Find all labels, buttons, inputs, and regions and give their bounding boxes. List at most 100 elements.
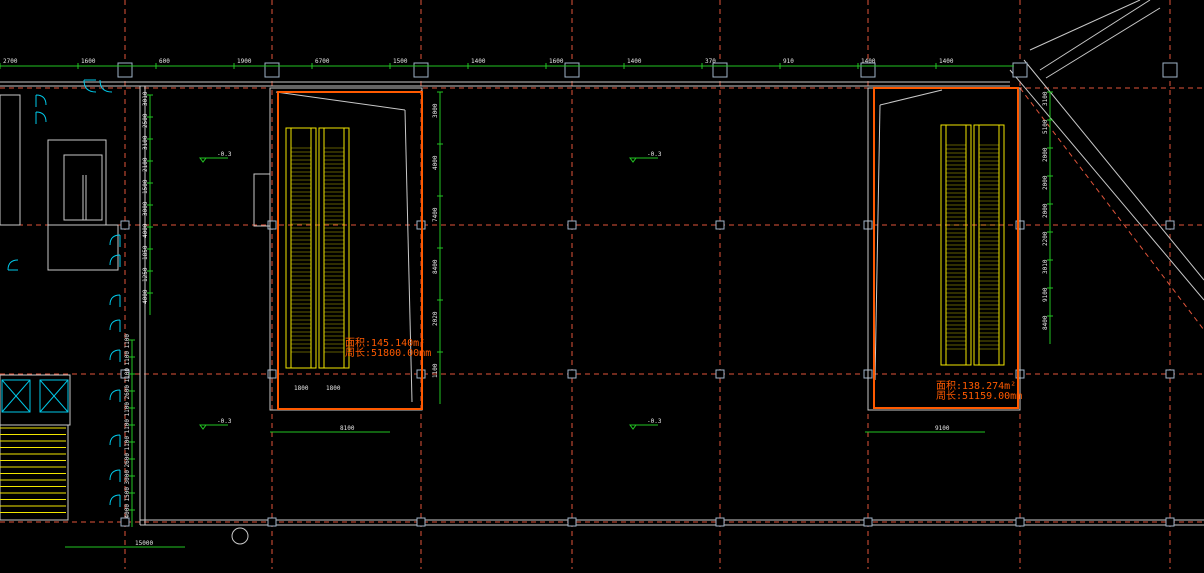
column (267, 220, 277, 230)
column (564, 62, 580, 78)
dimension-label: 1400 (861, 58, 876, 65)
dimension-label: 4000 (142, 289, 149, 304)
dimension-label: 1600 (81, 58, 96, 65)
dimension-label: 2000 (1042, 175, 1049, 190)
escalator-void-right[interactable] (867, 87, 1021, 411)
area-annotation-right: 面积:138.274m² 周长:51159.00mm (936, 380, 1022, 402)
dimension-label: 910 (783, 58, 794, 65)
dimension-label: 2700 (3, 58, 18, 65)
column (712, 62, 728, 78)
dimension-label: 2000 (1042, 203, 1049, 218)
column (567, 517, 577, 527)
column (267, 517, 277, 527)
cad-drawing-canvas[interactable]: 2700 1600 600 1900 6700 1500 1400 1600 1400 370 91… (0, 0, 1204, 569)
dimension-label: 1400 (939, 58, 954, 65)
area-annotation-left: 面积:145.140m² 周长:51800.00mm (345, 337, 431, 359)
dimension-label: 8400 (1042, 315, 1049, 330)
level-value: -0.3 (647, 418, 662, 425)
column (267, 369, 277, 379)
column (1015, 517, 1025, 527)
dimension-label: 1100 (124, 368, 131, 383)
escalator-width-label: 1800 (294, 385, 309, 392)
dimension-label: 3000 (124, 470, 131, 485)
level-symbol (629, 157, 637, 163)
dimension-label: 1900 (237, 58, 252, 65)
dimension-label: 3010 (1042, 259, 1049, 274)
column (120, 220, 130, 230)
dimension-label: 3000 (142, 201, 149, 216)
dimension-label: 1600 (549, 58, 564, 65)
dimension-label: 3100 (142, 135, 149, 150)
dimension-label: 3100 (1042, 91, 1049, 106)
dimension-label: 600 (159, 58, 170, 65)
level-symbol (199, 157, 207, 163)
dimension-label: 8400 (432, 259, 439, 274)
dimension-label: 8100 (340, 425, 355, 432)
dimension-label: 2200 (1042, 231, 1049, 246)
dimension-label: 1850 (142, 245, 149, 260)
dimension-label: 1400 (627, 58, 642, 65)
dimension-label: 4000 (432, 155, 439, 170)
escalator-void-left[interactable] (253, 87, 423, 411)
area-left-line2: 周长:51800.00mm (345, 347, 431, 359)
column (1162, 62, 1178, 78)
level-value: -0.3 (647, 151, 662, 158)
dimension-label: 2600 (124, 385, 131, 400)
column (1165, 369, 1175, 379)
dimension-label: 15000 (135, 540, 153, 547)
dimension-label: 1500 (124, 487, 131, 502)
dimension-label: 2500 (142, 113, 149, 128)
column (1012, 62, 1028, 78)
dimension-label: 7400 (432, 207, 439, 222)
dimension-label: 6700 (315, 58, 330, 65)
dimension-label: 1100 (124, 334, 131, 349)
level-symbol (199, 424, 207, 430)
column (715, 220, 725, 230)
column (117, 62, 133, 78)
dimension-label: 1400 (471, 58, 486, 65)
dimension-label: 1500 (393, 58, 408, 65)
escalator-width-label: 1800 (326, 385, 341, 392)
column (413, 62, 429, 78)
dimension-label: 3010 (142, 91, 149, 106)
column (1165, 220, 1175, 230)
dimension-label: 3000 (432, 103, 439, 118)
dimension-label: 1100 (124, 351, 131, 366)
dimension-label: 4000 (142, 223, 149, 238)
dimension-label: 9100 (935, 425, 950, 432)
dimension-label: 1500 (142, 179, 149, 194)
dimension-label: 4000 (124, 504, 131, 519)
floor-plan-drawing[interactable]: 2700 1600 600 1900 6700 1500 1400 1600 1400 370 91… (0, 0, 1204, 569)
column (860, 62, 876, 78)
dimension-label: 9100 (1042, 287, 1049, 302)
area-right-line2: 周长:51159.00mm (936, 390, 1022, 402)
dimension-label: 2000 (1042, 147, 1049, 162)
level-value: -0.3 (217, 151, 232, 158)
axis-bubble (231, 527, 249, 545)
escalator-right[interactable] (940, 124, 1005, 366)
dimension-label: 1250 (142, 267, 149, 282)
dimension-lines: 2700 1600 600 1900 6700 1500 1400 1600 1400 370 91… (0, 58, 1053, 548)
level-markers: -0.3 -0.3 -0.3 -0.3 (199, 151, 662, 430)
level-symbol (629, 424, 637, 430)
column (1165, 517, 1175, 527)
column (567, 369, 577, 379)
level-value: -0.3 (217, 418, 232, 425)
dimension-label: 2600 (124, 453, 131, 468)
dimension-label: 1100 (124, 402, 131, 417)
dimension-label: 2020 (432, 311, 439, 326)
column (416, 517, 426, 527)
building-walls (0, 0, 1204, 526)
column (863, 517, 873, 527)
column (715, 369, 725, 379)
column (715, 517, 725, 527)
dimension-label: 370 (705, 58, 716, 65)
dimension-label: 5100 (1042, 119, 1049, 134)
dimension-label: 1100 (124, 419, 131, 434)
escalator-left[interactable] (285, 127, 350, 369)
column (567, 220, 577, 230)
stair-treads (0, 427, 66, 513)
dimension-label: 1100 (432, 363, 439, 378)
column (264, 62, 280, 78)
dimension-label: 1100 (124, 436, 131, 451)
